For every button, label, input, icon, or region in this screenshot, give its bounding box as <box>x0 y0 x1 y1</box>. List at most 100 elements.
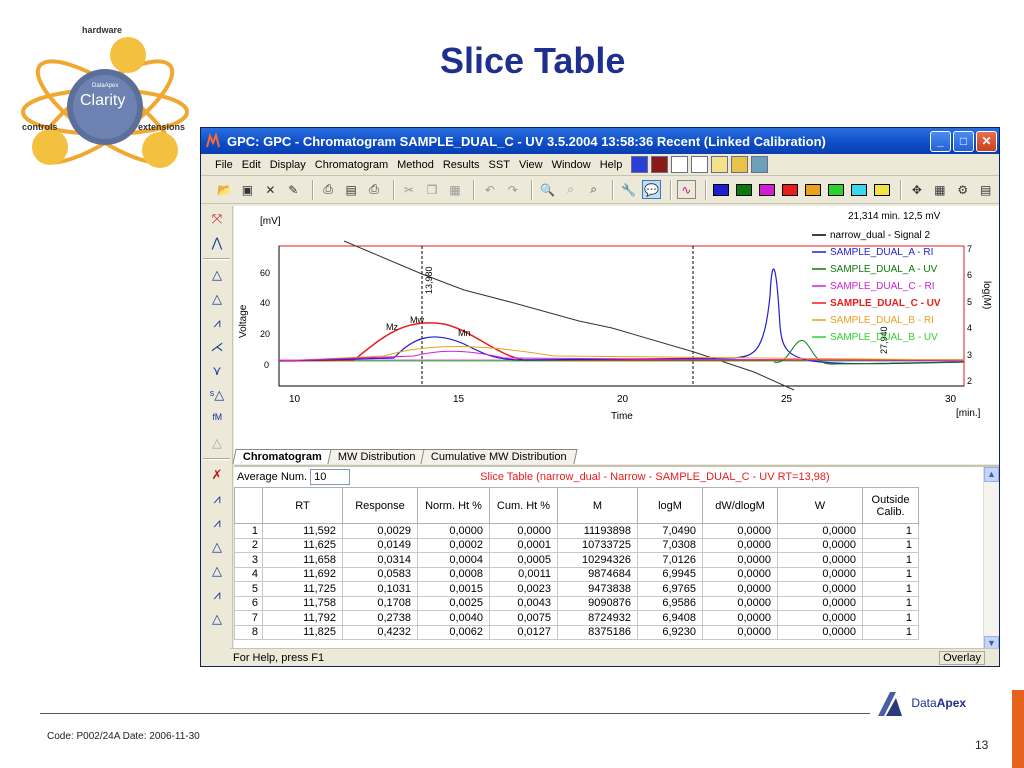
overlay-icon[interactable]: ∿ <box>676 180 696 199</box>
grid-icon[interactable]: ▦ <box>930 180 949 199</box>
maximize-button[interactable]: □ <box>953 130 974 152</box>
monitor-icon[interactable] <box>711 156 729 173</box>
table-row[interactable]: 6 11,758 0,1708 0,0025 0,0043 9090876 6,9586 0,… <box>234 595 919 611</box>
comment-icon[interactable]: 💬 <box>642 180 661 199</box>
table-icon[interactable]: ▤ <box>976 180 995 199</box>
slice-table[interactable]: RT Response Norm. Ht % Cum. Ht % MlogM dW/dlo… <box>234 487 919 640</box>
trace-red-icon[interactable] <box>781 180 800 199</box>
menu-file[interactable]: File <box>215 159 233 171</box>
trace-orange-icon[interactable] <box>804 180 823 199</box>
column-header[interactable]: Norm. Ht % <box>417 487 490 524</box>
menu-chromatogram[interactable]: Chromatogram <box>315 159 388 171</box>
table-cell: 8375186 <box>557 624 638 640</box>
column-header[interactable]: Cum. Ht % <box>489 487 558 524</box>
settings-icon[interactable]: ⚙ <box>953 180 972 199</box>
preview-icon[interactable]: ▤ <box>342 180 361 199</box>
zoom-in-icon[interactable]: 🔍 <box>538 180 557 199</box>
y2-tick-4: 4 <box>967 323 972 333</box>
table-scrollbar[interactable]: ▲ ▼ <box>983 467 999 651</box>
together-icon[interactable]: ⩘ <box>205 312 229 334</box>
delete-icon[interactable]: ✕ <box>261 180 280 199</box>
print-all-icon[interactable]: ⎙ <box>365 180 384 199</box>
edit-icon[interactable] <box>731 156 749 173</box>
row-number-header[interactable] <box>234 487 263 524</box>
report-icon[interactable] <box>651 156 669 173</box>
table-cell: 1 <box>862 552 919 568</box>
baseline-icon[interactable]: △ <box>205 264 229 286</box>
trace-yellow-icon[interactable] <box>872 180 891 199</box>
trace-lime-icon[interactable] <box>827 180 846 199</box>
column-header[interactable]: Response <box>342 487 418 524</box>
avg-num-input[interactable] <box>310 469 351 485</box>
save-icon[interactable]: ▣ <box>238 180 257 199</box>
new-icon[interactable]: ✎ <box>284 180 303 199</box>
open-icon[interactable]: 📂 <box>215 180 234 199</box>
tab-cumulative-mw[interactable]: Cumulative MW Distribution <box>420 449 578 464</box>
tangent-icon[interactable]: △ <box>205 536 229 558</box>
shoulder-icon[interactable]: ⩘ <box>205 584 229 606</box>
table-row[interactable]: 4 11,692 0,0583 0,0008 0,0011 9874684 6,9945 0,… <box>234 566 919 582</box>
axis-icon[interactable] <box>691 156 709 173</box>
merge-icon[interactable]: ⩘ <box>205 512 229 534</box>
undo-icon[interactable]: ↶ <box>480 180 499 199</box>
menu-sst[interactable]: SST <box>489 159 510 171</box>
lock-icon[interactable]: ⋌ <box>205 336 229 358</box>
trace-blue-icon[interactable] <box>712 180 731 199</box>
trace-green-icon[interactable] <box>735 180 754 199</box>
peak-icon[interactable]: △ <box>205 608 229 630</box>
menu-help[interactable]: Help <box>600 159 623 171</box>
scroll-up-icon[interactable]: ▲ <box>984 467 999 482</box>
tools-icon[interactable]: 🔧 <box>619 180 638 199</box>
column-header[interactable]: dW/dlogM <box>702 487 778 524</box>
cut-icon[interactable]: ✂ <box>400 180 419 199</box>
peak-start-icon[interactable]: ⋀ <box>205 232 229 254</box>
menu-view[interactable]: View <box>519 159 543 171</box>
trace-magenta-icon[interactable] <box>758 180 777 199</box>
menu-edit[interactable]: Edit <box>242 159 261 171</box>
copy-icon[interactable]: ❐ <box>423 180 442 199</box>
calibration-icon[interactable] <box>671 156 689 173</box>
negative-icon[interactable]: △ <box>205 560 229 582</box>
table-cell: 6,9586 <box>637 595 703 611</box>
tab-mw-distribution[interactable]: MW Distribution <box>327 449 427 464</box>
valley-icon[interactable]: △ <box>205 288 229 310</box>
zoom-all-icon[interactable]: ⌕ <box>584 180 603 199</box>
integrate-icon[interactable]: ⤧ <box>205 208 229 230</box>
table-row[interactable]: 2 11,625 0,0149 0,0002 0,0001 10733725 7,0308 0… <box>234 537 919 553</box>
table-row[interactable]: 5 11,725 0,1031 0,0015 0,0023 9473838 6,9765 0,… <box>234 581 919 597</box>
paste-icon[interactable]: ▦ <box>445 180 464 199</box>
valley-check-icon[interactable]: ⋎ <box>205 360 229 382</box>
solvent-icon[interactable]: ˢ△ <box>205 384 229 406</box>
chromatogram-chart[interactable]: 21,314 min. 12,5 mV [mV] Voltage Time [m… <box>234 206 999 446</box>
window-titlebar[interactable]: GPC: GPC - Chromatogram SAMPLE_DUAL_C - … <box>201 128 999 154</box>
slice-table-caption: Slice Table (narrow_dual - Narrow - SAMP… <box>480 471 830 483</box>
column-header[interactable]: Outside Calib. <box>862 487 919 524</box>
column-header[interactable]: M <box>557 487 638 524</box>
column-header[interactable]: RT <box>262 487 343 524</box>
tab-chromatogram[interactable]: Chromatogram <box>232 449 333 464</box>
zoom-out-icon[interactable]: ⌕ <box>561 180 580 199</box>
disabled-icon[interactable]: △ <box>205 432 229 454</box>
table-row[interactable]: 7 11,792 0,2738 0,0040 0,0075 8724932 6,9408 0,… <box>234 610 919 626</box>
x-unit: [min.] <box>956 408 981 419</box>
menu-window[interactable]: Window <box>552 159 591 171</box>
front-tangent-icon[interactable]: ᶠᴹ <box>205 408 229 430</box>
close-button[interactable]: ✕ <box>976 130 997 152</box>
table-row[interactable]: 3 11,658 0,0314 0,0004 0,0005 10294326 7,0126 0… <box>234 552 919 568</box>
split-icon[interactable]: ⩘ <box>205 488 229 510</box>
menu-results[interactable]: Results <box>443 159 480 171</box>
menu-method[interactable]: Method <box>397 159 434 171</box>
redo-icon[interactable]: ↷ <box>503 180 522 199</box>
column-header[interactable]: W <box>777 487 863 524</box>
method-icon[interactable] <box>631 156 649 173</box>
column-header[interactable]: logM <box>637 487 703 524</box>
instrument-icon[interactable] <box>751 156 769 173</box>
menu-display[interactable]: Display <box>270 159 306 171</box>
minimize-button[interactable]: _ <box>930 130 951 152</box>
table-row[interactable]: 1 11,592 0,0029 0,0000 0,0000 11193898 7,0490 0… <box>234 523 919 539</box>
print-icon[interactable]: ⎙ <box>319 180 338 199</box>
table-row[interactable]: 8 11,825 0,4232 0,0062 0,0127 8375186 6,9230 0,… <box>234 624 919 640</box>
remove-icon[interactable]: ✗ <box>205 464 229 486</box>
move-icon[interactable]: ✥ <box>907 180 926 199</box>
trace-cyan-icon[interactable] <box>850 180 869 199</box>
